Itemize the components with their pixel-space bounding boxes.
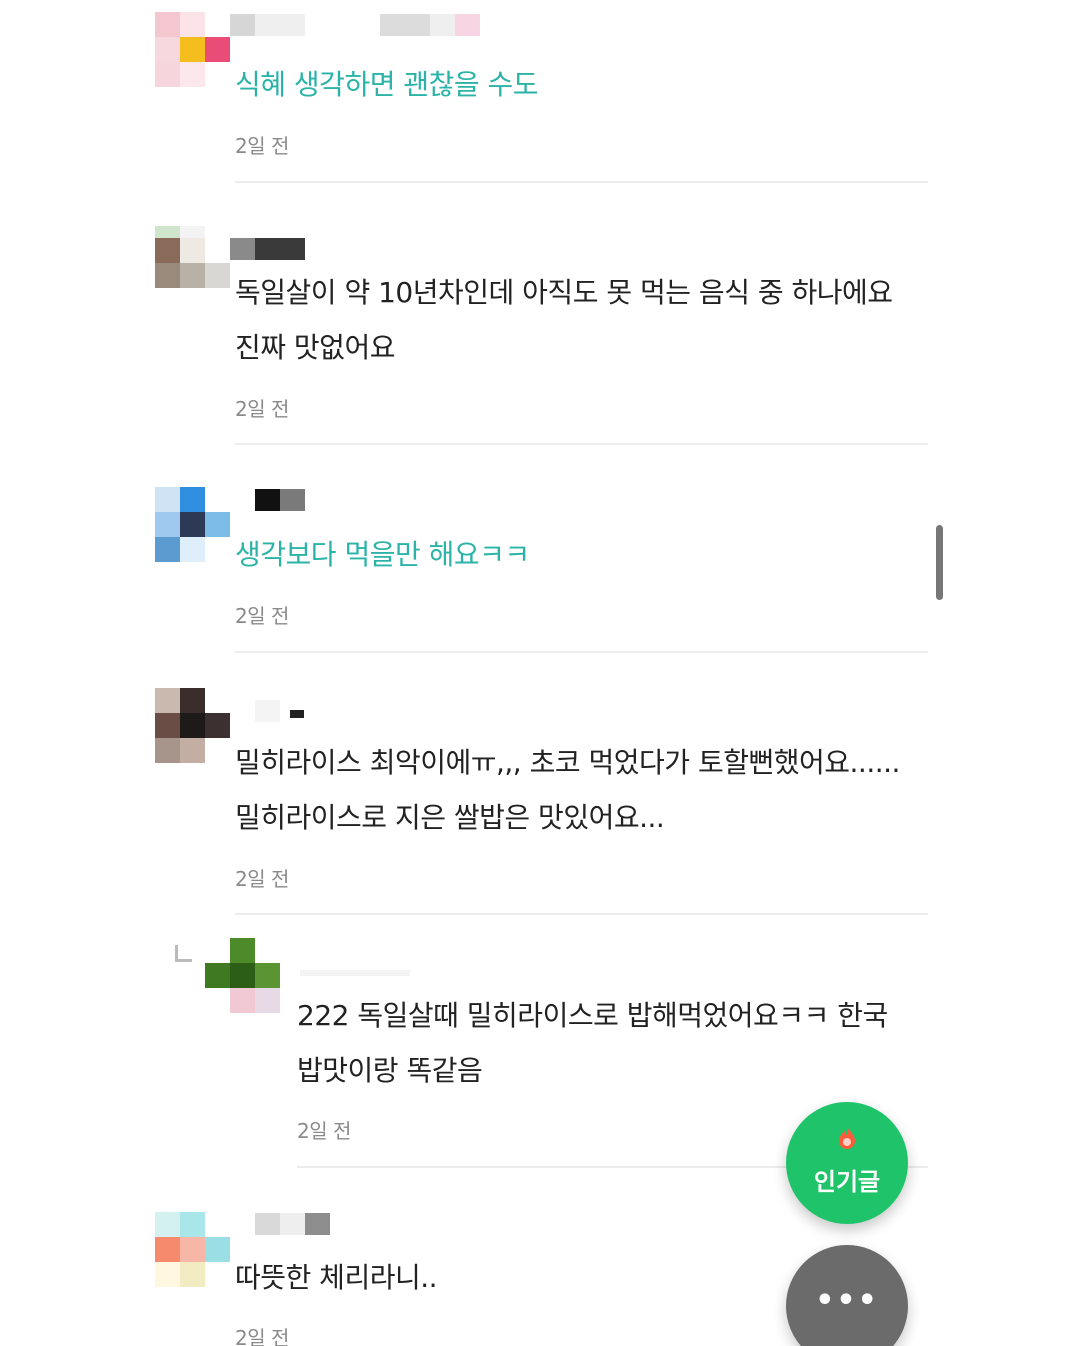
comment-text: 밀히라이스 최악이에ㅠ,,, 초코 먹었다가 토할뻔했어요...... 밀히라이…: [235, 746, 900, 834]
scrollbar[interactable]: [936, 525, 943, 600]
comment-text: 독일살이 약 10년차인데 아직도 못 먹는 음식 중 하나에요 진짜 맛없어요: [235, 276, 893, 364]
avatar[interactable]: [155, 1212, 230, 1287]
divider: [235, 443, 928, 445]
fire-icon: [839, 1127, 855, 1149]
avatar[interactable]: [205, 938, 280, 1013]
username-blurred[interactable]: [230, 14, 480, 36]
comment-time: 2일 전: [235, 1326, 289, 1346]
username-blurred[interactable]: [230, 238, 310, 260]
comment-text: 222 독일살때 밀히라이스로 밥해먹었어요ㅋㅋ 한국 밥맛이랑 똑같음: [297, 999, 888, 1087]
popular-posts-label: 인기글: [813, 1168, 881, 1196]
comment-time: 2일 전: [297, 1119, 351, 1143]
reply-arrow-icon: [175, 945, 192, 962]
comment-time: 2일 전: [235, 397, 289, 421]
divider: [235, 181, 928, 183]
username-blurred[interactable]: [300, 962, 420, 984]
username-blurred[interactable]: [255, 1213, 330, 1235]
comment-time: 2일 전: [235, 867, 289, 891]
avatar[interactable]: [155, 487, 230, 562]
username-blurred[interactable]: [255, 700, 315, 722]
comment-text: 식혜 생각하면 괜찮을 수도: [235, 68, 539, 101]
avatar[interactable]: [155, 226, 230, 301]
comment-time: 2일 전: [235, 134, 289, 158]
more-dots-icon: •••: [815, 1283, 879, 1318]
avatar[interactable]: [155, 12, 230, 87]
divider: [235, 651, 928, 653]
divider: [235, 913, 928, 915]
popular-posts-button[interactable]: 인기글: [786, 1102, 908, 1224]
comment-time: 2일 전: [235, 604, 289, 628]
comment-list: 식혜 생각하면 괜찮을 수도 2일 전 독일살이 약 10년차인데 아직도 못 …: [0, 0, 1080, 1346]
username-blurred[interactable]: [255, 489, 345, 511]
comment-text: 생각보다 먹을만 해요ㅋㅋ: [235, 538, 530, 571]
avatar[interactable]: [155, 688, 230, 763]
